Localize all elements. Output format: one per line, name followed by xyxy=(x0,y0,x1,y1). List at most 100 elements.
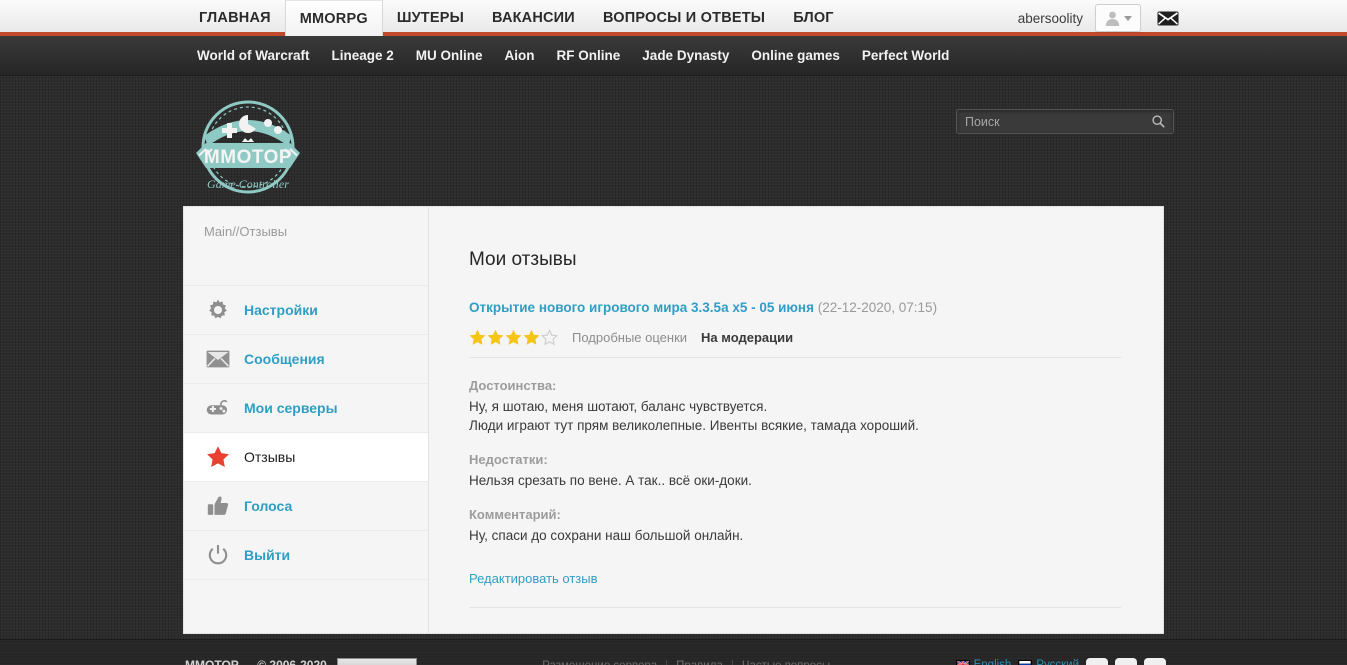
field-label: Достоинства: xyxy=(469,378,557,393)
field-label: Недостатки: xyxy=(469,452,548,467)
field-label: Комментарий: xyxy=(469,507,561,522)
sidebar-item-label: Выйти xyxy=(244,547,291,563)
review-header: Открытие нового игрового мира 3.3.5a x5 … xyxy=(469,300,1121,315)
subnav-item-rf-online[interactable]: RF Online xyxy=(557,48,621,63)
language-label: English xyxy=(973,659,1012,665)
review-title-link[interactable]: Открытие нового игрового мира 3.3.5a x5 … xyxy=(469,300,814,315)
search-icon[interactable] xyxy=(1152,115,1165,128)
field-line: Люди играют тут прям великолепные. Ивент… xyxy=(469,418,919,433)
subnav-item-jade-dynasty[interactable]: Jade Dynasty xyxy=(642,48,729,63)
secondary-navigation-bar: World of Warcraft Lineage 2 MU Online Ai… xyxy=(0,36,1347,76)
footer-copyright-area: MMOTOP — © 2006-2020 xyxy=(185,658,417,665)
review-field-advantages: Достоинства: Ну, я шотаю, меня шотают, б… xyxy=(469,378,1121,435)
sidebar-item-label: Отзывы xyxy=(244,449,296,465)
avatar-dropdown-button[interactable] xyxy=(1095,4,1141,32)
primary-navigation: ГЛАВНАЯ MMORPG ШУТЕРЫ ВАКАНСИИ ВОПРОСЫ И… xyxy=(185,0,848,36)
review-rating-row: Подробные оценки На модерации xyxy=(469,329,1121,358)
username-label: abersoolity xyxy=(1017,10,1083,26)
subnav-item-online-games[interactable]: Online games xyxy=(751,48,840,63)
breadcrumb-separator: // xyxy=(232,224,240,239)
status-badge: На модерации xyxy=(701,330,794,345)
footer-language-social: English Русский xyxy=(955,658,1166,665)
sidebar-item-settings[interactable]: Настройки xyxy=(184,286,428,335)
sidebar-item-reviews[interactable]: Отзывы xyxy=(184,433,428,482)
nav-item-shutery[interactable]: ШУТЕРЫ xyxy=(383,0,478,36)
search-input[interactable] xyxy=(965,114,1152,129)
secondary-navigation: World of Warcraft Lineage 2 MU Online Ai… xyxy=(197,48,949,63)
star-filled-icon xyxy=(505,329,522,345)
svg-text:MMOTOP: MMOTOP xyxy=(204,147,292,168)
nav-item-mmorpg[interactable]: MMORPG xyxy=(284,0,383,36)
svg-text:Game Controller: Game Controller xyxy=(207,177,289,191)
footer-separator: | xyxy=(665,660,668,665)
sidebar: Main // Отзывы Настройки Сообщения Мои с… xyxy=(184,207,429,633)
social-fb-icon[interactable] xyxy=(1115,658,1137,665)
page-footer: MMOTOP — © 2006-2020 Размещение сервера … xyxy=(0,639,1347,665)
sidebar-item-label: Мои серверы xyxy=(244,400,338,416)
field-line: Ну, спаси до сохрани наш большой онлайн. xyxy=(469,528,744,543)
star-empty-icon xyxy=(541,329,558,346)
rating-stars xyxy=(469,329,558,346)
review-field-disadvantages: Недостатки: Нельзя срезать по вене. А та… xyxy=(469,452,1121,490)
subnav-item-aion[interactable]: Aion xyxy=(505,48,535,63)
mmotop-logo[interactable]: MMOTOP Game Controller xyxy=(186,98,311,196)
content-panel: Main // Отзывы Настройки Сообщения Мои с… xyxy=(183,206,1164,634)
field-line: Нельзя срезать по вене. А так.. всё оки-… xyxy=(469,473,752,488)
subnav-item-mu-online[interactable]: MU Online xyxy=(416,48,483,63)
page-wrapper: ГЛАВНАЯ MMORPG ШУТЕРЫ ВАКАНСИИ ВОПРОСЫ И… xyxy=(0,0,1347,634)
content-divider xyxy=(469,607,1121,608)
subnav-item-perfect-world[interactable]: Perfect World xyxy=(862,48,950,63)
main-content: Мои отзывы Открытие нового игрового мира… xyxy=(429,207,1163,633)
flag-ru-icon xyxy=(1018,660,1033,665)
sidebar-item-votes[interactable]: Голоса xyxy=(184,482,428,531)
copyright-text: MMOTOP — © 2006-2020 xyxy=(185,658,327,665)
sidebar-item-label: Настройки xyxy=(244,302,318,318)
social-vk-icon[interactable] xyxy=(1086,658,1108,665)
sidebar-item-my-servers[interactable]: Мои серверы xyxy=(184,384,428,433)
breadcrumb: Main // Отзывы xyxy=(184,207,428,286)
top-header-bar: ГЛАВНАЯ MMORPG ШУТЕРЫ ВАКАНСИИ ВОПРОСЫ И… xyxy=(0,0,1347,36)
star-filled-icon xyxy=(469,329,486,345)
search-box[interactable] xyxy=(956,109,1174,134)
chevron-down-icon xyxy=(1124,15,1132,21)
footer-separator: | xyxy=(731,660,734,665)
gamepad-icon xyxy=(206,396,230,420)
footer-inner: MMOTOP — © 2006-2020 Размещение сервера … xyxy=(185,640,1166,665)
edit-review-link[interactable]: Редактировать отзыв xyxy=(469,571,598,586)
review-date: (22-12-2020, 07:15) xyxy=(817,300,938,315)
sidebar-item-label: Сообщения xyxy=(244,351,325,367)
envelope-icon xyxy=(206,347,230,371)
language-link-russian[interactable]: Русский xyxy=(1018,659,1079,665)
sidebar-item-logout[interactable]: Выйти xyxy=(184,531,428,580)
language-label: Русский xyxy=(1036,659,1079,665)
review-field-comment: Комментарий: Ну, спаси до сохрани наш бо… xyxy=(469,507,1121,545)
nav-item-blog[interactable]: БЛОГ xyxy=(779,0,848,36)
footer-link-rules[interactable]: Правила xyxy=(676,660,723,665)
nav-item-voprosy-i-otvety[interactable]: ВОПРОСЫ И ОТВЕТЫ xyxy=(589,0,779,36)
envelope-icon[interactable] xyxy=(1157,11,1179,26)
gear-icon xyxy=(206,298,230,322)
subnav-item-world-of-warcraft[interactable]: World of Warcraft xyxy=(197,48,310,63)
flag-uk-icon xyxy=(955,660,970,665)
social-tw-icon[interactable] xyxy=(1144,658,1166,665)
nav-item-glavnaya[interactable]: ГЛАВНАЯ xyxy=(185,0,285,36)
nav-item-vakansii[interactable]: ВАКАНСИИ xyxy=(478,0,589,36)
footer-link-add-server[interactable]: Размещение сервера xyxy=(542,660,657,665)
visit-counter xyxy=(336,658,417,665)
user-area: abersoolity xyxy=(1018,0,1179,36)
sidebar-item-messages[interactable]: Сообщения xyxy=(184,335,428,384)
detailed-ratings-link[interactable]: Подробные оценки xyxy=(572,330,687,345)
language-link-english[interactable]: English xyxy=(955,659,1012,665)
star-icon xyxy=(206,445,230,469)
star-filled-icon xyxy=(487,329,504,345)
sidebar-item-label: Голоса xyxy=(244,498,293,514)
thumbs-up-icon xyxy=(206,494,230,518)
subnav-item-lineage-2[interactable]: Lineage 2 xyxy=(332,48,394,63)
field-line: Ну, я шотаю, меня шотают, баланс чувству… xyxy=(469,399,768,414)
brand-band: MMOTOP Game Controller xyxy=(0,76,1347,206)
user-avatar-icon xyxy=(1105,11,1120,26)
breadcrumb-current: Отзывы xyxy=(239,224,288,239)
footer-links: Размещение сервера | Правила | Частые во… xyxy=(542,660,830,665)
footer-link-faq[interactable]: Частые вопросы xyxy=(742,660,830,665)
breadcrumb-root[interactable]: Main xyxy=(204,224,232,239)
